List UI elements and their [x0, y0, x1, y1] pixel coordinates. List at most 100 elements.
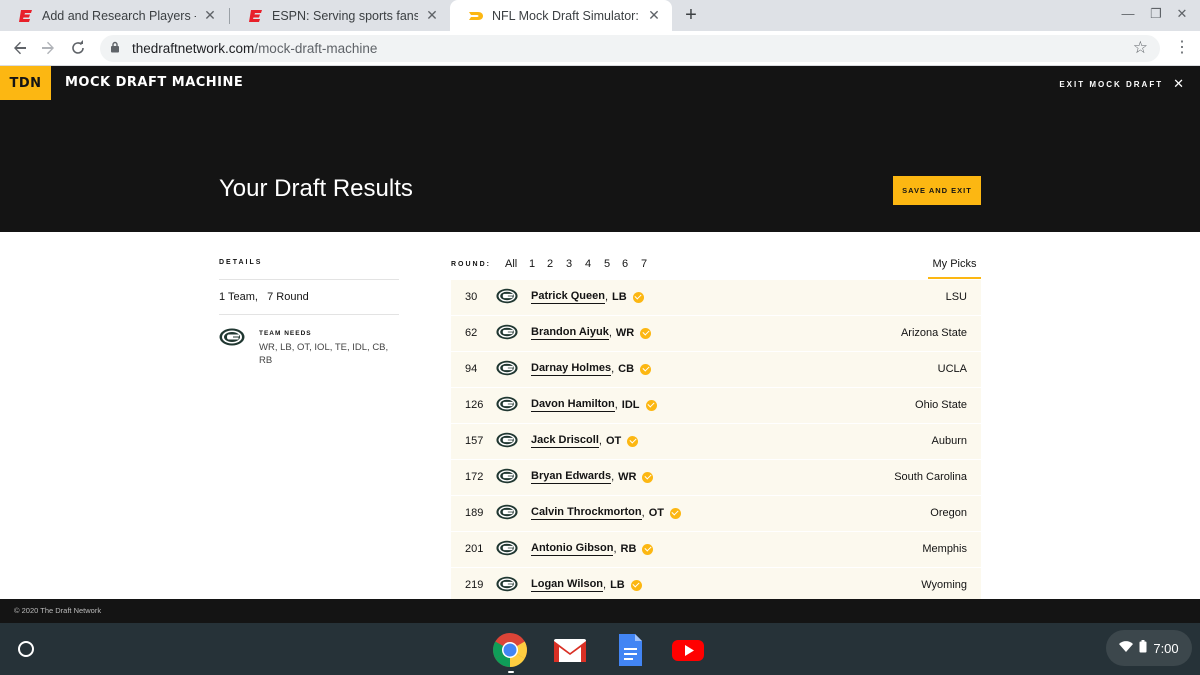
- player-name-link[interactable]: Antonio Gibson: [531, 542, 614, 556]
- player-name-link[interactable]: Calvin Throckmorton: [531, 506, 642, 520]
- close-icon: ✕: [1173, 76, 1184, 91]
- tab-my-picks[interactable]: My Picks: [928, 252, 981, 279]
- restore-icon[interactable]: ❐: [1146, 6, 1166, 22]
- round-filter-7[interactable]: 7: [641, 258, 647, 270]
- pick-row[interactable]: 189 Calvin Throckmorton, OT Oregon: [451, 496, 981, 532]
- browser-tab-active[interactable]: NFL Mock Draft Simulator: Make ✕: [450, 0, 672, 31]
- player-name-link[interactable]: Davon Hamilton: [531, 398, 615, 412]
- name-comma: ,: [611, 363, 615, 375]
- verified-check-icon: [642, 543, 654, 555]
- packers-logo-icon: [496, 468, 518, 489]
- running-app-indicator: [508, 671, 514, 673]
- close-tab-icon[interactable]: ✕: [202, 7, 218, 24]
- divider: [219, 279, 399, 280]
- minimize-icon[interactable]: —: [1118, 6, 1138, 21]
- player-name[interactable]: Jack Driscoll, OT: [531, 434, 639, 448]
- back-icon[interactable]: [8, 36, 32, 60]
- round-count: 7 Round: [267, 291, 309, 303]
- round-filter-1[interactable]: 1: [529, 258, 535, 270]
- name-comma: ,: [608, 327, 612, 339]
- pick-number: 126: [465, 399, 484, 411]
- tdn-icon: [468, 8, 484, 24]
- chrome-icon[interactable]: [492, 632, 528, 668]
- round-filter-2[interactable]: 2: [547, 258, 553, 270]
- round-filter-4[interactable]: 4: [585, 258, 591, 270]
- tab-title: ESPN: Serving sports fans. Anyti: [272, 8, 418, 23]
- pick-row[interactable]: 94 Darnay Holmes, CB UCLA: [451, 352, 981, 388]
- pick-row[interactable]: 126 Davon Hamilton, IDL Ohio State: [451, 388, 981, 424]
- wifi-icon: [1119, 640, 1134, 656]
- player-name-link[interactable]: Bryan Edwards: [531, 470, 612, 484]
- round-label: ROUND:: [451, 261, 491, 268]
- docs-icon[interactable]: [612, 632, 648, 668]
- player-name[interactable]: Patrick Queen, LB: [531, 290, 644, 304]
- verified-check-icon: [642, 471, 654, 483]
- forward-icon[interactable]: [36, 36, 60, 60]
- player-name-link[interactable]: Patrick Queen: [531, 290, 605, 304]
- player-name[interactable]: Calvin Throckmorton, OT: [531, 506, 681, 520]
- player-name-link[interactable]: Logan Wilson: [531, 578, 604, 592]
- site-logo[interactable]: TDN: [0, 66, 51, 100]
- player-name-link[interactable]: Brandon Aiyuk: [531, 326, 609, 340]
- player-name-link[interactable]: Jack Driscoll: [531, 434, 599, 448]
- details-heading: DETAILS: [219, 259, 263, 266]
- pick-row[interactable]: 30 Patrick Queen, LB LSU: [451, 280, 981, 316]
- packers-logo-icon: [496, 504, 518, 525]
- team-needs-list: WR, LB, OT, IOL, TE, IDL, CB, RB: [259, 342, 389, 366]
- player-name[interactable]: Bryan Edwards, WR: [531, 470, 654, 484]
- player-position: WR: [615, 327, 635, 339]
- close-tab-icon[interactable]: ✕: [646, 7, 662, 24]
- address-bar[interactable]: thedraftnetwork.com/mock-draft-machine ☆: [100, 35, 1160, 62]
- player-name[interactable]: Antonio Gibson, RB: [531, 542, 654, 556]
- pick-number: 201: [465, 543, 484, 555]
- round-filter-5[interactable]: 5: [604, 258, 610, 270]
- name-comma: ,: [604, 291, 609, 303]
- youtube-icon[interactable]: [670, 632, 706, 668]
- player-position: LB: [610, 579, 625, 591]
- system-tray[interactable]: 7:00: [1106, 630, 1192, 666]
- launcher-icon[interactable]: [18, 641, 34, 657]
- browser-toolbar: thedraftnetwork.com/mock-draft-machine ☆…: [0, 31, 1200, 66]
- player-name[interactable]: Davon Hamilton, IDL: [531, 398, 657, 412]
- close-tab-icon[interactable]: ✕: [424, 7, 440, 24]
- round-filter-3[interactable]: 3: [566, 258, 572, 270]
- save-and-exit-button[interactable]: SAVE AND EXIT: [893, 176, 981, 205]
- name-comma: ,: [598, 435, 602, 447]
- bookmark-star-icon[interactable]: ☆: [1133, 38, 1148, 58]
- verified-check-icon: [669, 507, 681, 519]
- round-filter-6[interactable]: 6: [622, 258, 628, 270]
- pick-row[interactable]: 172 Bryan Edwards, WR South Carolina: [451, 460, 981, 496]
- site-footer: © 2020 The Draft Network: [0, 599, 1200, 623]
- player-position: RB: [620, 543, 637, 555]
- browser-tab[interactable]: Add and Research Players - Bask ✕: [0, 0, 228, 31]
- pick-number: 172: [465, 471, 484, 483]
- reload-icon[interactable]: [66, 36, 90, 60]
- player-school: Ohio State: [915, 399, 967, 411]
- player-school: Wyoming: [921, 579, 967, 591]
- draft-settings: 1 Team, 7 Round: [219, 291, 309, 303]
- name-comma: ,: [603, 579, 607, 591]
- tab-title: Add and Research Players - Bask: [42, 8, 196, 23]
- pick-row[interactable]: 62 Brandon Aiyuk, WR Arizona State: [451, 316, 981, 352]
- pick-row[interactable]: 157 Jack Driscoll, OT Auburn: [451, 424, 981, 460]
- player-name-link[interactable]: Darnay Holmes: [531, 362, 612, 376]
- pick-row[interactable]: 201 Antonio Gibson, RB Memphis: [451, 532, 981, 568]
- browser-menu-icon[interactable]: ⋮: [1170, 37, 1194, 57]
- close-window-icon[interactable]: ✕: [1172, 6, 1192, 22]
- player-name[interactable]: Logan Wilson, LB: [531, 578, 642, 592]
- name-comma: ,: [614, 399, 618, 411]
- new-tab-icon[interactable]: +: [680, 4, 702, 27]
- packers-logo-icon: [496, 324, 518, 345]
- pick-row[interactable]: 219 Logan Wilson, LB Wyoming: [451, 568, 981, 599]
- player-position: IDL: [621, 399, 640, 411]
- pick-number: 157: [465, 435, 484, 447]
- browser-tab[interactable]: ESPN: Serving sports fans. Anyti ✕: [230, 0, 450, 31]
- player-position: OT: [605, 435, 622, 447]
- verified-check-icon: [632, 291, 644, 303]
- exit-mock-draft-button[interactable]: EXIT MOCK DRAFT ✕: [1059, 76, 1184, 92]
- round-filter-all[interactable]: All: [505, 258, 517, 270]
- gmail-icon[interactable]: [552, 632, 588, 668]
- player-name[interactable]: Brandon Aiyuk, WR: [531, 326, 652, 340]
- battery-icon: [1139, 640, 1147, 656]
- player-name[interactable]: Darnay Holmes, CB: [531, 362, 652, 376]
